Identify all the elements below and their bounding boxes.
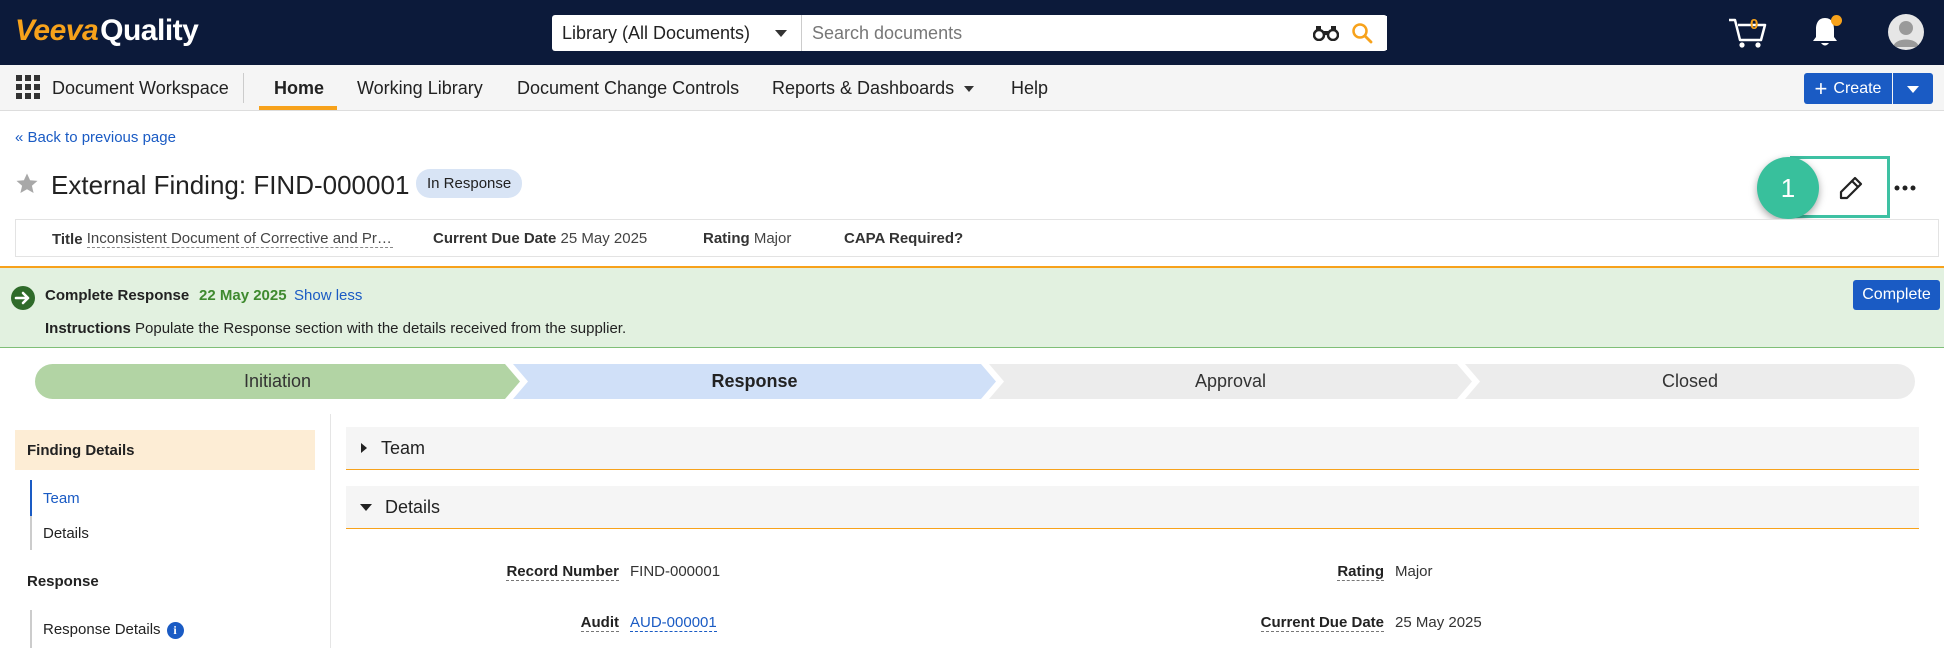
task-due-date: 22 May 2025 (199, 287, 287, 304)
notification-dot (1831, 15, 1842, 26)
nav-tab-reports-dashboards[interactable]: Reports & Dashboards (772, 78, 975, 99)
more-actions-icon[interactable] (1894, 184, 1916, 192)
instructions-label: Instructions (45, 320, 131, 337)
nav-tab-reports-label: Reports & Dashboards (772, 78, 955, 98)
arrow-right-circle-icon (11, 286, 35, 310)
nav-bar: Document Workspace Home Working Library … (0, 65, 1944, 111)
user-avatar-icon (1893, 21, 1919, 47)
section-header-team[interactable]: Team (346, 427, 1919, 470)
sidebar-item-rail (30, 610, 32, 648)
workspace-switcher[interactable]: Document Workspace (52, 78, 229, 99)
field-value-rating: Major (1395, 563, 1433, 580)
key-field-title: Title Inconsistent Document of Correctiv… (52, 230, 393, 248)
create-button[interactable]: + Create (1804, 73, 1892, 104)
show-less-link[interactable]: Show less (294, 287, 362, 304)
key-field-value: 25 May 2025 (560, 230, 648, 247)
cart-count-badge: 0 (1750, 16, 1759, 33)
favorite-star-icon[interactable] (15, 172, 39, 196)
key-field-current-due-date: Current Due Date 25 May 2025 (433, 230, 647, 247)
binoculars-icon[interactable] (1313, 25, 1339, 41)
key-field-label: CAPA Required? (844, 230, 964, 247)
audit-record-link[interactable]: AUD-000001 (630, 615, 717, 632)
search-scope-label: Library (All Documents) (562, 22, 751, 43)
key-field-label: Title (52, 231, 83, 248)
create-button-label: Create (1833, 79, 1882, 97)
nav-tab-home[interactable]: Home (274, 78, 324, 99)
nav-tab-working-library[interactable]: Working Library (357, 78, 483, 99)
field-label-record-number: Record Number (506, 563, 619, 581)
task-instructions: Instructions Populate the Response secti… (45, 320, 626, 337)
top-bar: VeevaQuality Library (All Documents) 0 (0, 0, 1944, 65)
sidebar-divider (330, 414, 331, 648)
search-input[interactable] (802, 16, 1387, 50)
user-avatar[interactable] (1888, 14, 1924, 50)
sidebar-item-team[interactable]: Team (43, 490, 80, 507)
key-field-label: Rating (703, 230, 750, 247)
status-badge: In Response (416, 169, 523, 198)
key-field-value[interactable]: Inconsistent Document of Corrective and … (86, 230, 393, 248)
field-label-rating: Rating (1337, 563, 1384, 581)
search-scope-select[interactable]: Library (All Documents) (552, 15, 802, 51)
chevron-down-icon (964, 86, 975, 93)
search-bar: Library (All Documents) (552, 15, 1387, 51)
sidebar-active-indicator (30, 480, 32, 516)
nav-tab-help[interactable]: Help (1011, 78, 1048, 99)
sidebar-item-details[interactable]: Details (43, 525, 89, 542)
task-banner: Complete Response 22 May 2025 Show less … (0, 266, 1944, 348)
field-label-audit: Audit (580, 614, 619, 632)
stage-initiation: Initiation (243, 371, 312, 391)
sidebar-item-response-details[interactable]: Response Details i (43, 621, 184, 639)
key-field-capa-required: CAPA Required? (844, 230, 963, 247)
page-title: External Finding: FIND-000001 (51, 170, 410, 200)
sidebar-section-finding-details[interactable]: Finding Details (15, 430, 315, 470)
chevron-down-icon (775, 30, 787, 37)
field-value-current-due-date: 25 May 2025 (1395, 614, 1482, 631)
section-title: Team (381, 437, 426, 458)
pencil-edit-icon[interactable] (1838, 175, 1864, 201)
logo-quality-text: Quality (100, 14, 199, 47)
section-title: Details (385, 496, 441, 517)
instructions-text: Populate the Response section with the d… (135, 320, 627, 337)
field-value-record-number: FIND-000001 (630, 563, 721, 580)
section-header-details[interactable]: Details (346, 486, 1919, 529)
chevron-down-icon (360, 503, 372, 511)
key-fields-bar: Title Inconsistent Document of Correctiv… (15, 219, 1939, 257)
nav-divider (243, 73, 244, 103)
search-icon[interactable] (1351, 22, 1373, 44)
apps-grid-icon[interactable] (15, 74, 41, 100)
back-to-previous-page-link[interactable]: « Back to previous page (15, 129, 176, 146)
sidebar-item-rail (30, 516, 32, 550)
complete-button[interactable]: Complete (1853, 280, 1940, 310)
cart-icon[interactable] (1727, 14, 1769, 50)
stage-approval: Approval (1194, 371, 1267, 391)
veeva-quality-logo[interactable]: VeevaQuality (15, 14, 199, 48)
active-tab-indicator (259, 106, 337, 110)
sidebar-item-label: Response Details (43, 621, 161, 638)
task-name: Complete Response (45, 287, 190, 304)
stage-response: Response (711, 371, 798, 391)
key-field-label: Current Due Date (433, 230, 557, 247)
field-label-current-due-date: Current Due Date (1260, 614, 1384, 632)
chevron-right-icon (361, 443, 367, 453)
stage-closed: Closed (1661, 371, 1719, 391)
plus-icon: + (1814, 75, 1828, 101)
step-marker-badge: 1 (1757, 157, 1819, 219)
key-field-value: Major (753, 230, 792, 247)
nav-tab-document-change-controls[interactable]: Document Change Controls (517, 78, 739, 99)
logo-veeva-text: Veeva (15, 14, 99, 47)
key-field-rating: Rating Major (703, 230, 791, 247)
sidebar-section-response[interactable]: Response (27, 573, 99, 590)
lifecycle-stage-bar: Initiation Response Approval Closed (35, 364, 1915, 399)
info-icon[interactable]: i (166, 621, 184, 639)
create-dropdown-button[interactable] (1893, 73, 1933, 104)
